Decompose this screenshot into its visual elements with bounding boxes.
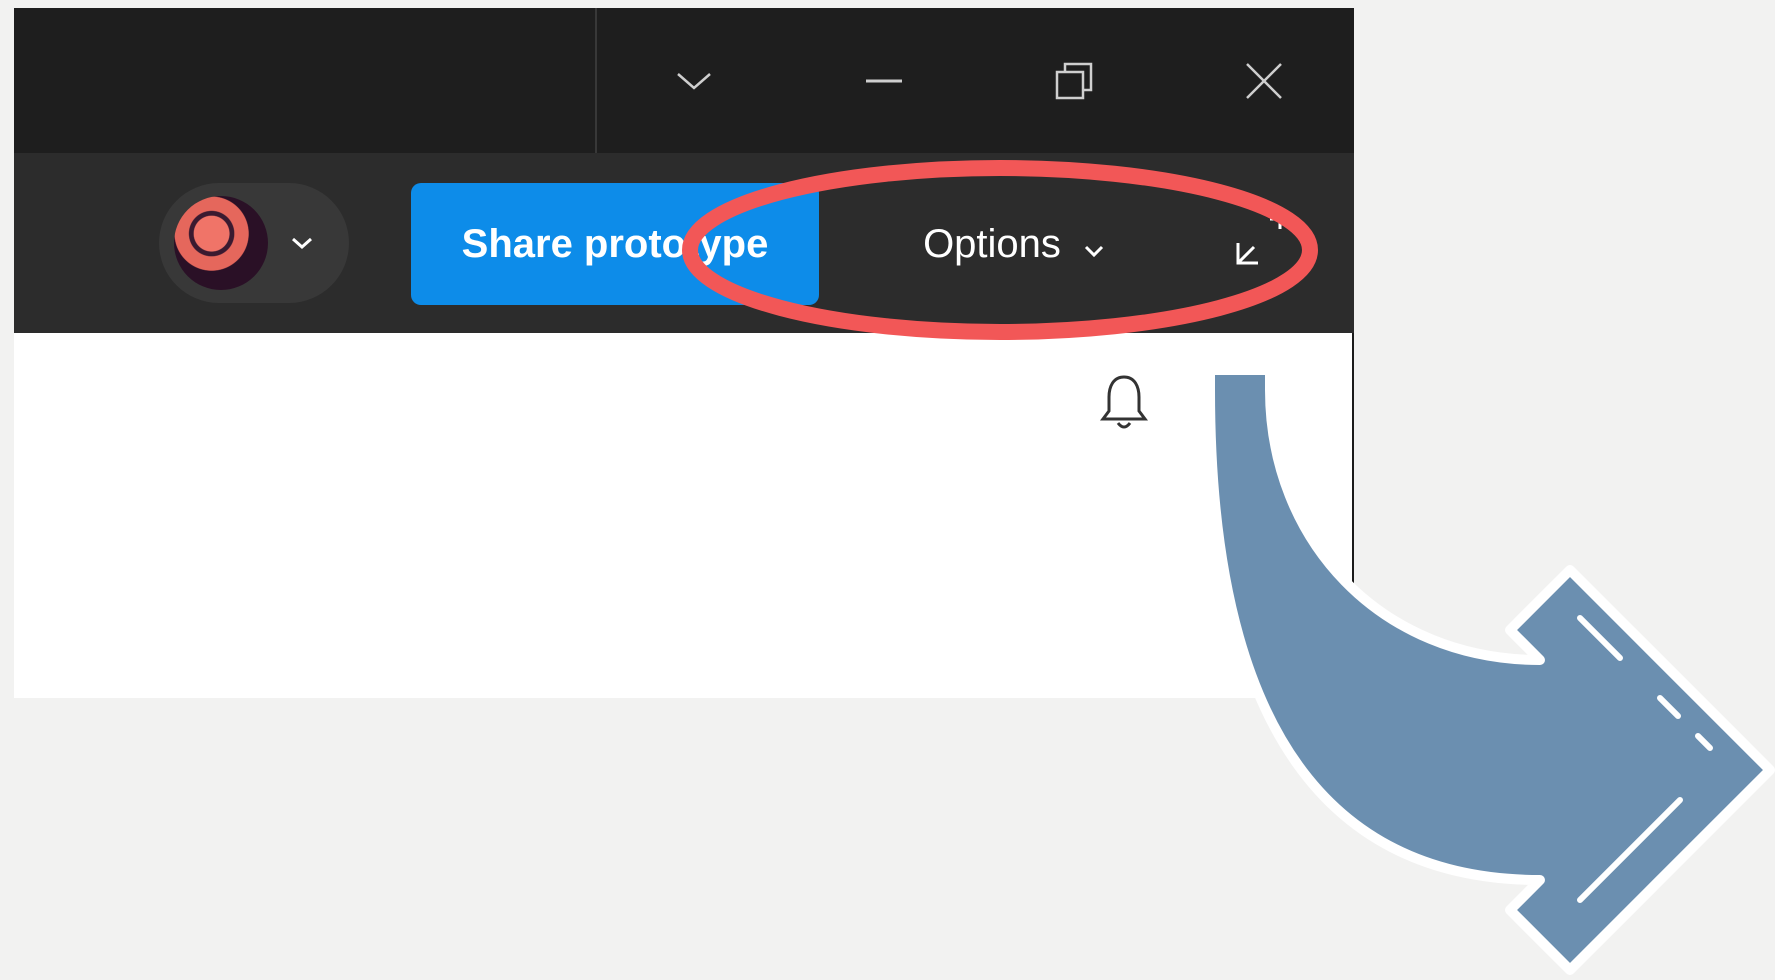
window-menu-button[interactable] <box>619 8 769 153</box>
restore-icon <box>1055 62 1093 99</box>
content-area <box>14 333 1354 698</box>
chevron-down-icon <box>292 237 312 250</box>
highlight-ellipse <box>682 160 1318 340</box>
title-bar <box>14 8 1354 153</box>
curved-arrow-icon <box>1205 365 1775 975</box>
account-menu[interactable] <box>159 183 349 303</box>
title-divider <box>595 8 597 153</box>
close-icon <box>1246 62 1282 99</box>
minimize-button[interactable] <box>809 8 959 153</box>
close-button[interactable] <box>1189 8 1339 153</box>
bell-icon[interactable] <box>1099 373 1149 433</box>
screenshot: Share prototype Options <box>14 8 1354 698</box>
minimize-icon <box>866 79 902 82</box>
chevron-down-icon <box>677 72 711 90</box>
restore-button[interactable] <box>999 8 1149 153</box>
avatar <box>174 196 268 290</box>
